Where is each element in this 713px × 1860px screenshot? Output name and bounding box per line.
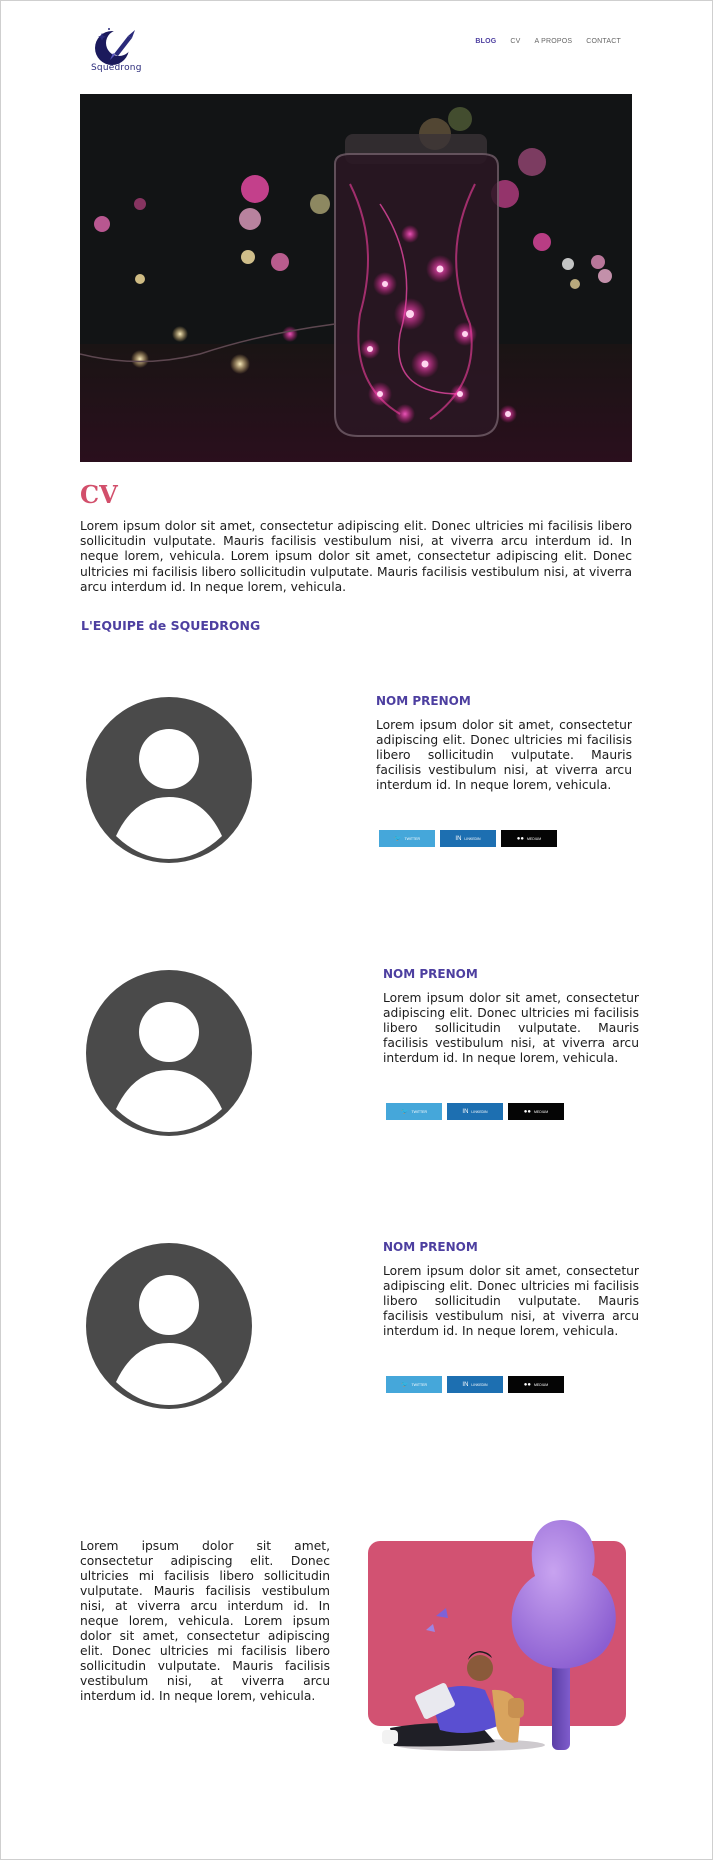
linkedin-button[interactable]: in LINKEDIN — [447, 1376, 503, 1393]
linkedin-label: LINKEDIN — [471, 1382, 488, 1387]
cv-intro-text: Lorem ipsum dolor sit amet, consectetur … — [80, 519, 632, 594]
medium-label: MEDIUM — [534, 1109, 549, 1114]
linkedin-icon: in — [462, 1108, 469, 1115]
linkedin-label: LINKEDIN — [471, 1109, 488, 1114]
twitter-icon: 🐦 — [393, 835, 402, 842]
medium-icon: ●● — [516, 835, 525, 842]
twitter-label: TWITTER — [404, 836, 421, 841]
social-links: 🐦 TWITTER in LINKEDIN ●● MEDIUM — [379, 830, 557, 847]
fairy-lights-jar-photo — [80, 94, 632, 462]
main-nav: BLOG CV A PROPOS CONTACT — [475, 38, 621, 45]
twitter-icon: 🐦 — [400, 1108, 409, 1115]
linkedin-icon: in — [462, 1381, 469, 1388]
member-name: NOM PRENOM — [383, 967, 478, 981]
hero-image — [80, 94, 632, 462]
medium-icon: ●● — [523, 1108, 532, 1115]
nav-item-blog[interactable]: BLOG — [475, 38, 496, 45]
linkedin-button[interactable]: in LINKEDIN — [440, 830, 496, 847]
linkedin-label: LINKEDIN — [464, 836, 481, 841]
member-name: NOM PRENOM — [383, 1240, 478, 1254]
user-avatar-icon — [86, 697, 252, 863]
twitter-label: TWITTER — [411, 1382, 428, 1387]
user-avatar-icon — [86, 970, 252, 1136]
member-bio: Lorem ipsum dolor sit amet, consectetur … — [383, 991, 639, 1065]
social-links: 🐦 TWITTER in LINKEDIN ●● MEDIUM — [386, 1103, 564, 1120]
member-bio: Lorem ipsum dolor sit amet, consectetur … — [383, 1264, 639, 1338]
twitter-button[interactable]: 🐦 TWITTER — [386, 1376, 442, 1393]
team-title: L'EQUIPE de SQUEDRONG — [81, 618, 261, 633]
medium-icon: ●● — [523, 1381, 532, 1388]
nav-item-contact[interactable]: CONTACT — [586, 38, 621, 45]
medium-label: MEDIUM — [534, 1382, 549, 1387]
medium-label: MEDIUM — [527, 836, 542, 841]
linkedin-button[interactable]: in LINKEDIN — [447, 1103, 503, 1120]
linkedin-icon: in — [455, 835, 462, 842]
social-links: 🐦 TWITTER in LINKEDIN ●● MEDIUM — [386, 1376, 564, 1393]
twitter-icon: 🐦 — [400, 1381, 409, 1388]
person-reading-under-tree-illustration — [368, 1520, 626, 1751]
brand-name: Squedrong — [91, 63, 142, 73]
medium-button[interactable]: ●● MEDIUM — [508, 1103, 564, 1120]
nav-item-cv[interactable]: CV — [510, 38, 520, 45]
nav-item-a-propos[interactable]: A PROPOS — [535, 38, 573, 45]
twitter-button[interactable]: 🐦 TWITTER — [386, 1103, 442, 1120]
medium-button[interactable]: ●● MEDIUM — [508, 1376, 564, 1393]
member-name: NOM PRENOM — [376, 694, 471, 708]
medium-button[interactable]: ●● MEDIUM — [501, 830, 557, 847]
cv-title: CV — [80, 480, 118, 509]
user-avatar-icon — [86, 1243, 252, 1409]
outro-text: Lorem ipsum dolor sit amet, consectetur … — [80, 1539, 330, 1703]
twitter-button[interactable]: 🐦 TWITTER — [379, 830, 435, 847]
twitter-label: TWITTER — [411, 1109, 428, 1114]
member-bio: Lorem ipsum dolor sit amet, consectetur … — [376, 718, 632, 792]
